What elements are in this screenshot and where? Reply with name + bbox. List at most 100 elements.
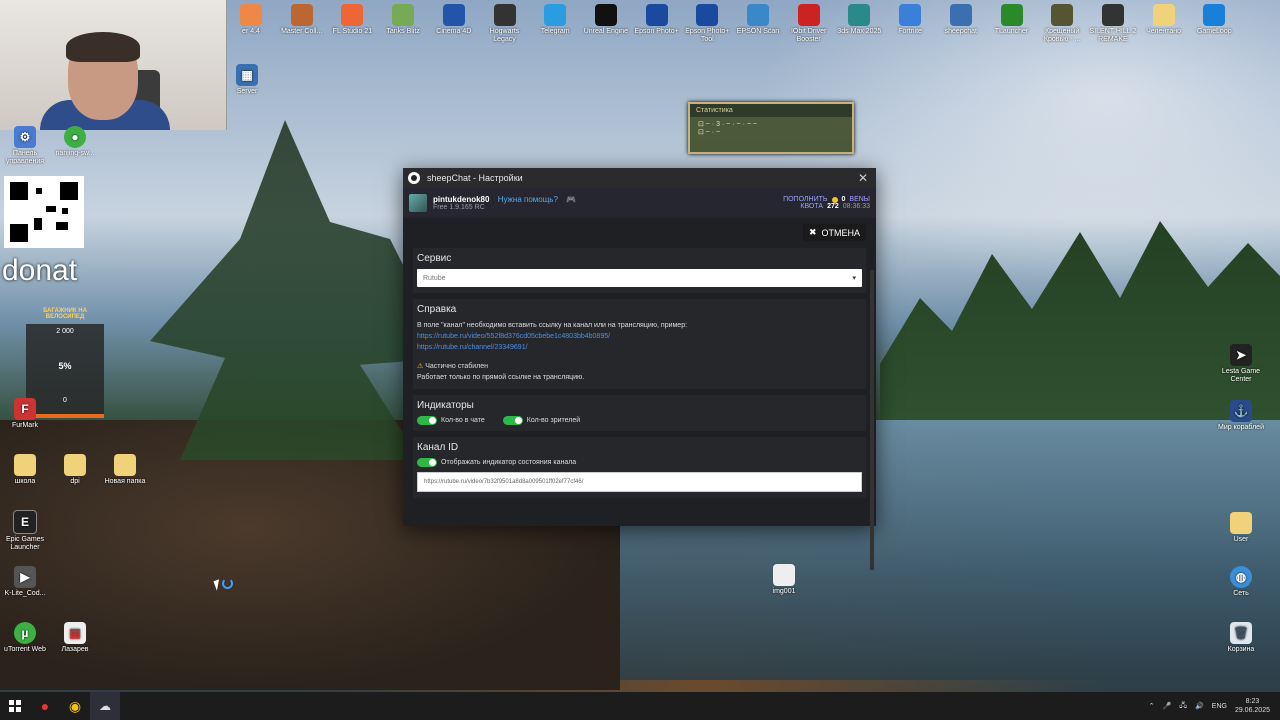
reference-section: Справка В поле "канал" необходимо встави… [413, 299, 866, 389]
desktop-icon-top-18[interactable]: Челентано [1139, 4, 1189, 36]
image-file-icon [773, 564, 795, 586]
desktop-icon-user[interactable]: User [1216, 512, 1266, 544]
user-folder-icon [1230, 512, 1252, 534]
desktop-icon-utorrent[interactable]: µ uTorrent Web [0, 622, 50, 654]
indicators-section: Индикаторы Кол-во в чате Кол-во зрителей [413, 395, 866, 431]
stability-warning: Частично стабилен [425, 363, 489, 370]
sheepchat-settings-window: sheepChat - Настройки ✕ pintukdenok80 Ну… [403, 168, 876, 570]
desktop-icon-school[interactable]: школа [0, 454, 50, 486]
desktop-icon-epic-games[interactable]: E Epic Games Launcher [0, 510, 50, 552]
desktop-icon-top-4[interactable]: Cinema 4D [429, 4, 479, 36]
desktop-icon-furmark[interactable]: F FurMark [0, 398, 50, 430]
desktop-icon-network[interactable]: ◍ Сеть [1216, 566, 1266, 598]
app-icon [1000, 4, 1023, 26]
taskbar-app-1[interactable]: ● [30, 692, 60, 720]
language-indicator[interactable]: ENG [1212, 703, 1227, 710]
network-icon: ◍ [1230, 566, 1252, 588]
folder-icon [14, 454, 36, 476]
desktop-icon-top-19[interactable]: GameLoop [1189, 4, 1239, 36]
desktop-icon-top-13[interactable]: Fortnite [885, 4, 935, 36]
viewers-count-toggle[interactable]: Кол-во зрителей [502, 416, 581, 425]
chat-count-toggle[interactable]: Кол-во в чате [417, 416, 485, 425]
desktop-icon-top-12[interactable]: 3ds Max 2025 [834, 4, 884, 36]
recycle-bin-icon: 🗑 [1230, 622, 1252, 644]
desktop-icon-top-1[interactable]: Master Coll... [277, 4, 327, 36]
donat-label: donat [2, 254, 78, 287]
system-tray: ⌃ 🎤 🖧 🔊 ENG 8:23 29.06.2025 [1149, 697, 1280, 715]
taskbar-chrome[interactable]: ◉ [60, 692, 90, 720]
app-icon [341, 4, 364, 26]
desktop-icon-lesta[interactable]: ➤ Lesta Game Center [1216, 344, 1266, 384]
control-panel-icon: ⚙ [14, 126, 36, 148]
viewers-count-label: Кол-во зрителей [526, 417, 581, 424]
desktop-icon-recycle-bin[interactable]: 🗑 Корзина [1216, 622, 1266, 654]
cancel-button[interactable]: ✖ ОТМЕНА [802, 224, 866, 241]
desktop-icon-new-folder[interactable]: Новая папка [100, 454, 150, 486]
chevron-up-icon[interactable]: ⌃ [1149, 702, 1155, 710]
app-icon [1101, 4, 1124, 26]
statistics-title: Статистика [690, 104, 852, 117]
example-link-video[interactable]: https://rutube.ru/video/552f8d376cd05cbe… [417, 331, 862, 342]
volume-icon[interactable]: 🔊 [1195, 702, 1204, 710]
desktop-icon-top-10[interactable]: EPSON Scan [733, 4, 783, 36]
warning-icon: ⚠ [417, 363, 424, 370]
app-icon [544, 4, 567, 26]
desktop-icon-top-15[interactable]: TLauncher [987, 4, 1037, 36]
webcam-feed [0, 0, 227, 130]
desktop-icon-control-panel[interactable]: ⚙ Панель управления [0, 126, 50, 166]
user-bar: pintukdenok80 Нужна помощь? 🎮 Free 1.9.1… [403, 188, 876, 218]
topup-link[interactable]: ПОПОЛНИТЬ [783, 196, 827, 203]
desktop-icon-top-7[interactable]: Unreal Engine [581, 4, 631, 36]
start-button[interactable] [0, 692, 30, 720]
channel-status-label: Отображать индикатор состояния канала [441, 459, 577, 466]
desktop-icon-top-6[interactable]: Telegram [530, 4, 580, 36]
desktop-icon-top-3[interactable]: Tanks Blitz [378, 4, 428, 36]
app-circle-icon: ● [40, 698, 50, 714]
app-icon [747, 4, 769, 26]
server-icon: ▦ [236, 64, 258, 86]
clock[interactable]: 8:23 29.06.2025 [1235, 697, 1270, 715]
desktop-icon-top-2[interactable]: FL Studio 21 [327, 4, 377, 36]
widget-title: БАГАЖНИК НА ВЕЛОСИПЕД [43, 308, 87, 320]
desktop-icon-klite[interactable]: ▶ K-Lite_Cod... [0, 566, 50, 598]
help-link[interactable]: Нужна помощь? [498, 195, 558, 204]
microphone-icon[interactable]: 🎤 [1163, 702, 1172, 710]
sheepchat-logo-icon [408, 172, 420, 184]
desktop-icon-server[interactable]: ▦ Server [222, 64, 272, 96]
ships-icon: ⚓ [1230, 400, 1252, 422]
channel-status-toggle[interactable]: Отображать индикатор состояния канала [417, 458, 576, 467]
balance-value: 0 [841, 196, 846, 203]
toggle-switch [417, 416, 437, 425]
channel-title: Канал ID [417, 442, 459, 453]
desktop-icon-world-of-ships[interactable]: ⚓ Мир кораблей [1216, 400, 1266, 432]
service-select[interactable]: Rutube ▾ [417, 269, 862, 287]
lesta-icon: ➤ [1230, 344, 1252, 366]
desktop-icon-nanjing[interactable]: ● nanjing-sw... [50, 126, 100, 158]
widget-top-value: 2 000 [56, 328, 74, 335]
taskbar-sheepchat[interactable]: ☁ [90, 692, 120, 720]
channel-url-input[interactable]: https://rutube.ru/video/7b32f9501a8d8a00… [417, 472, 862, 492]
app-icon [696, 4, 719, 26]
desktop-icon-lazarev[interactable]: ▤ Лазарев [50, 622, 100, 654]
desktop-icon-top-5[interactable]: Hogwarts Legacy [480, 4, 530, 44]
avatar[interactable] [409, 194, 427, 212]
app-icon [442, 4, 465, 26]
desktop-icon-top-9[interactable]: Epson Photo+ Tool [682, 4, 732, 44]
app-icon [290, 4, 313, 26]
desktop-icon-top-17[interactable]: SILENT HILL 2 REMAKE [1088, 4, 1138, 44]
desktop-icon-top-11[interactable]: IObit Driver Booster [784, 4, 834, 44]
desktop-icon-dpi[interactable]: dpi [50, 454, 100, 486]
app-icon [645, 4, 668, 26]
channel-section: Канал ID Отображать индикатор состояния … [413, 437, 866, 498]
example-link-channel[interactable]: https://rutube.ru/channel/23349691/ [417, 342, 862, 353]
desktop-icon-img001[interactable]: img001 [759, 564, 809, 596]
network-tray-icon[interactable]: 🖧 [1179, 701, 1187, 712]
desktop-icon-top-0[interactable]: er 4.4 [226, 4, 276, 36]
scrollbar[interactable] [870, 270, 874, 570]
desktop-icon-top-14[interactable]: sheepchat [936, 4, 986, 36]
app-icon [1051, 4, 1074, 26]
desktop-icon-top-8[interactable]: Epson Photo+ [632, 4, 682, 36]
desktop-icon-top-16[interactable]: Крещеный Кровью - ... [1037, 4, 1087, 44]
close-icon[interactable]: ✕ [850, 171, 876, 185]
webcam-person-hair [66, 32, 140, 62]
